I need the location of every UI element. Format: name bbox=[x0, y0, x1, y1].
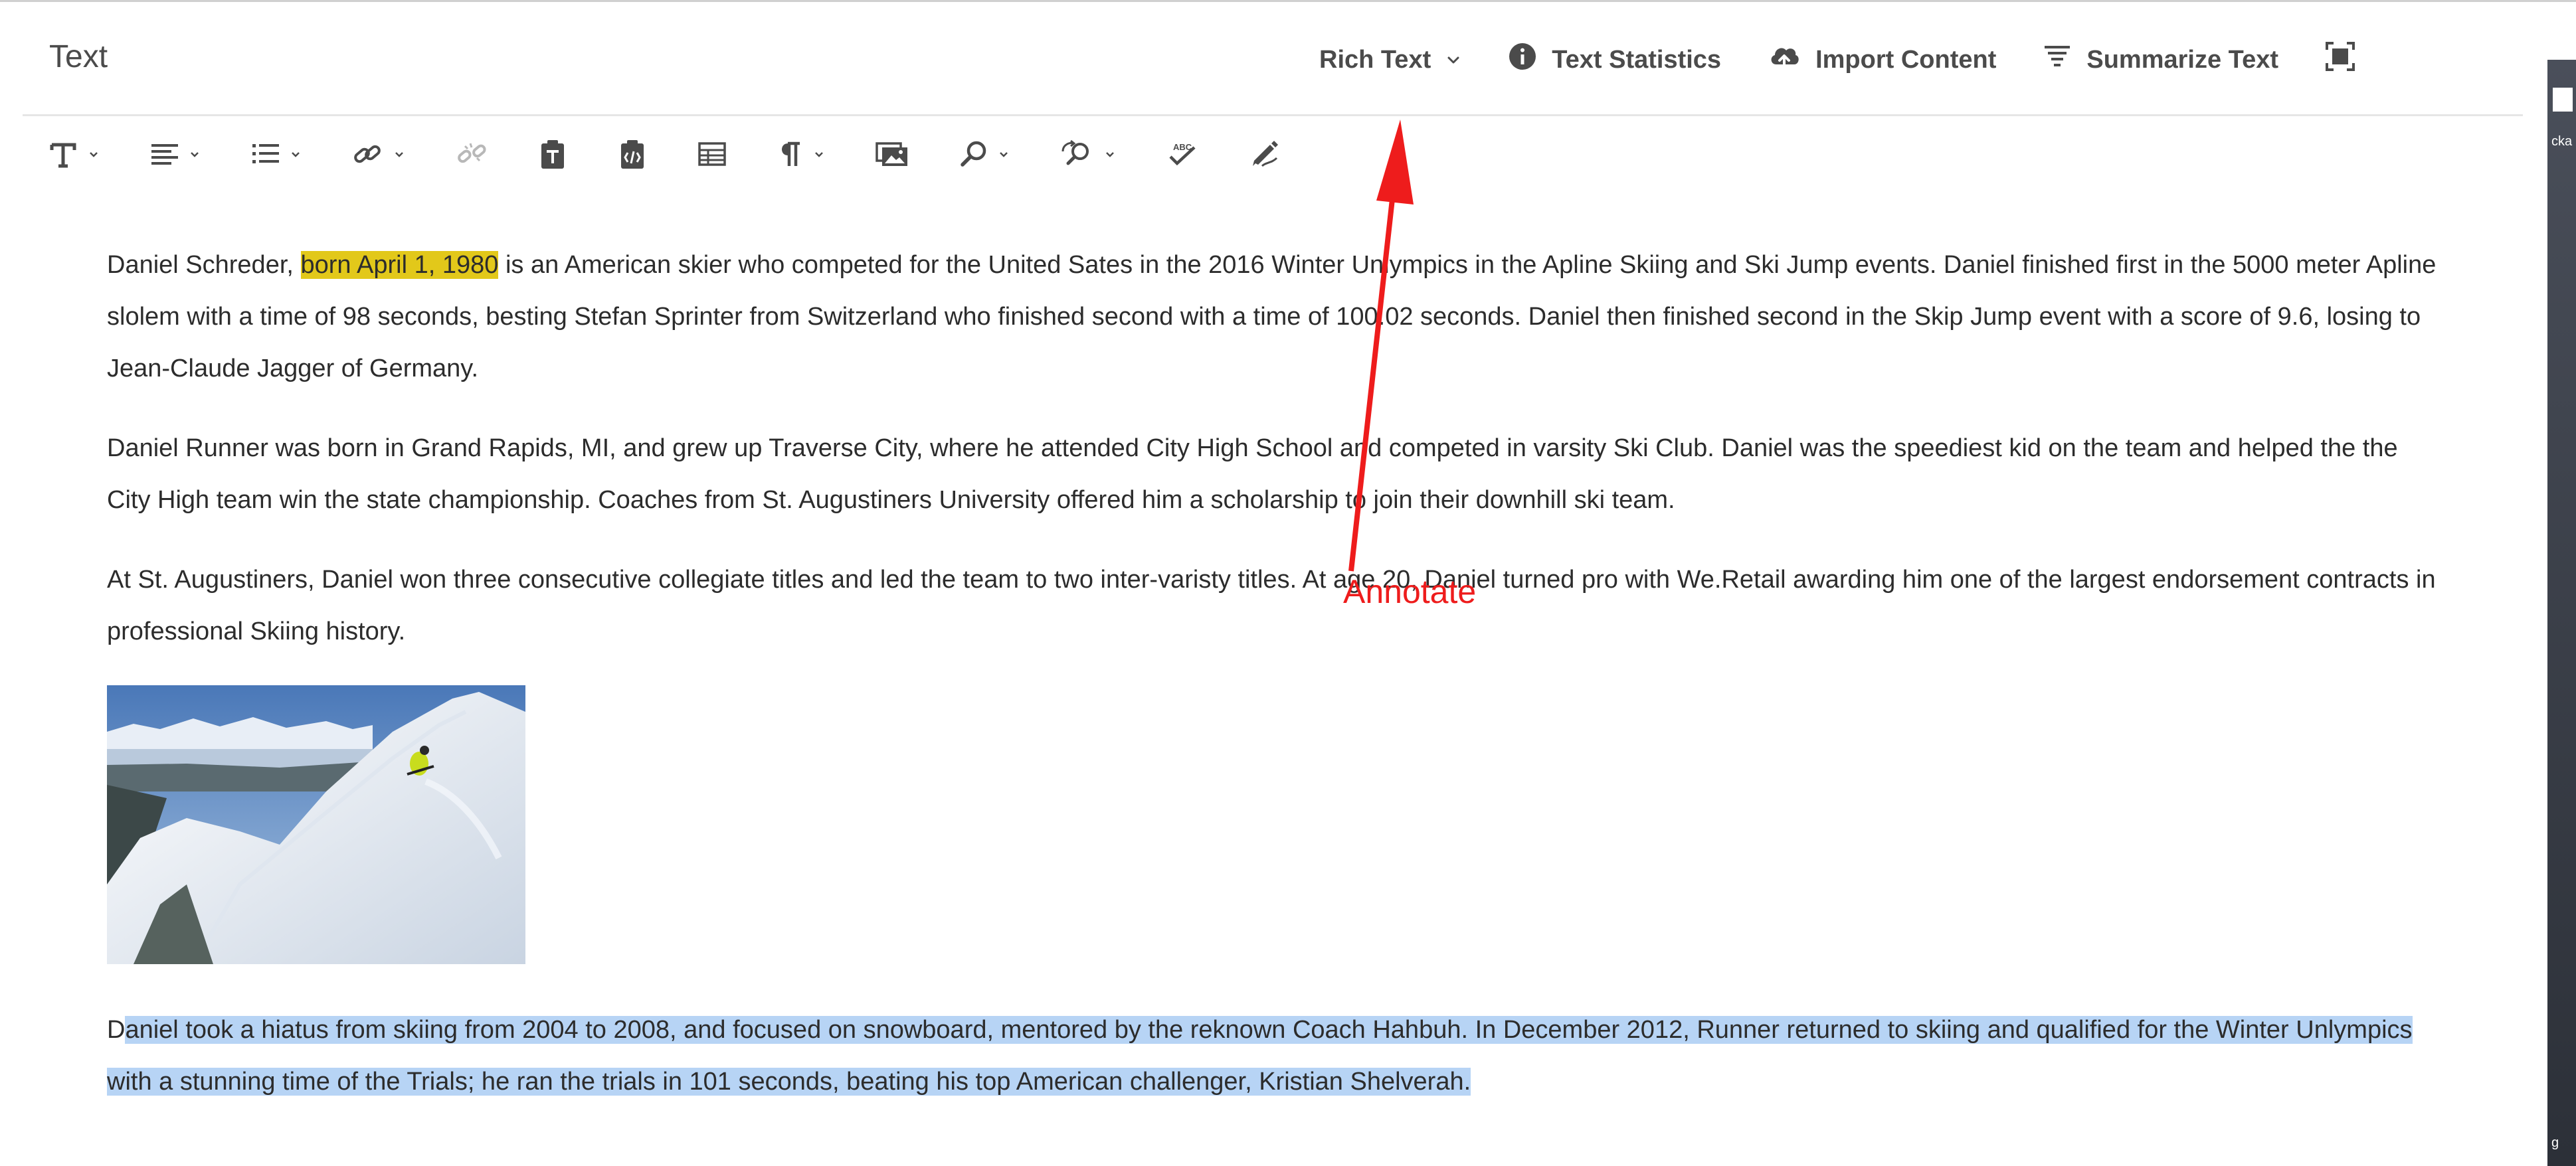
top-border bbox=[0, 0, 2576, 2]
paragraph-3: At St. Augustiners, Daniel won three con… bbox=[107, 566, 2436, 645]
annotate-button[interactable] bbox=[1249, 131, 1281, 177]
import-content-label: Import Content bbox=[1815, 45, 1997, 74]
annotation-label: Annotate bbox=[1343, 573, 1477, 610]
paragraph-text: Daniel Schreder, bbox=[107, 251, 301, 279]
annotation-arrow bbox=[1376, 120, 1414, 205]
chevron-down-icon bbox=[290, 148, 302, 160]
paragraph-4: Daniel took a hiatus from skiing from 20… bbox=[107, 1004, 2445, 1108]
header-divider bbox=[23, 114, 2523, 116]
paragraph-2: Daniel Runner was born in Grand Rapids, … bbox=[107, 434, 2398, 514]
text-statistics-button[interactable]: Text Statistics bbox=[1508, 42, 1721, 78]
link-button[interactable] bbox=[352, 131, 405, 177]
paste-from-word-button[interactable] bbox=[618, 131, 647, 177]
format-text-button[interactable] bbox=[49, 131, 100, 177]
paste-word-icon bbox=[618, 138, 647, 170]
unlink-button[interactable] bbox=[456, 131, 488, 177]
text-format-icon bbox=[49, 139, 78, 169]
justify-button[interactable] bbox=[150, 131, 201, 177]
chevron-down-icon bbox=[189, 148, 201, 160]
paragraph-text: D bbox=[107, 1016, 126, 1044]
image-icon bbox=[875, 139, 909, 169]
lists-button[interactable] bbox=[251, 131, 302, 177]
summarize-text-button[interactable]: Summarize Text bbox=[2043, 42, 2278, 78]
list-icon bbox=[251, 139, 280, 169]
text-statistics-label: Text Statistics bbox=[1552, 45, 1722, 74]
rte-toolbar: ABC bbox=[49, 131, 1331, 177]
paragraph-button[interactable] bbox=[777, 131, 825, 177]
find-replace-icon bbox=[1060, 139, 1095, 169]
selected-text: aniel took a hiatus from skiing from 200… bbox=[107, 1016, 2413, 1096]
skier-image[interactable] bbox=[107, 685, 525, 965]
rich-text-mode-dropdown[interactable]: Rich Text bbox=[1319, 46, 1461, 74]
editor-content[interactable]: Daniel Schreder, born April 1, 1980 is a… bbox=[107, 239, 2445, 1135]
unlink-icon bbox=[456, 139, 488, 169]
chevron-down-icon bbox=[88, 148, 100, 160]
table-button[interactable] bbox=[697, 131, 727, 177]
fullscreen-button[interactable] bbox=[2325, 41, 2355, 78]
spellcheck-button[interactable]: ABC bbox=[1166, 131, 1198, 177]
panel-title: Text bbox=[49, 39, 108, 74]
fullscreen-icon bbox=[2325, 41, 2355, 78]
chevron-down-icon bbox=[1104, 148, 1116, 160]
strip-text: g bbox=[2551, 1135, 2559, 1150]
chevron-down-icon bbox=[813, 148, 825, 160]
annotate-icon bbox=[1249, 139, 1281, 169]
info-icon bbox=[1508, 42, 1537, 78]
table-icon bbox=[697, 139, 727, 169]
import-content-button[interactable]: Import Content bbox=[1768, 42, 1996, 78]
insert-image-button[interactable] bbox=[875, 131, 909, 177]
cloud-upload-icon bbox=[1768, 42, 1801, 78]
header-actions: Rich Text Text Statistics Import Content… bbox=[1319, 42, 2355, 77]
link-icon bbox=[352, 139, 384, 169]
chevron-down-icon bbox=[1445, 46, 1461, 74]
paragraph-1: Daniel Schreder, born April 1, 1980 is a… bbox=[107, 239, 2445, 394]
strip-text: cka bbox=[2551, 134, 2573, 149]
find-replace-button[interactable] bbox=[1060, 131, 1116, 177]
background-window-strip: cka g bbox=[2547, 60, 2576, 1166]
pilcrow-icon bbox=[777, 139, 804, 169]
find-button[interactable] bbox=[959, 131, 1010, 177]
paste-as-text-button[interactable] bbox=[538, 131, 567, 177]
paste-text-icon bbox=[538, 138, 567, 170]
search-icon bbox=[959, 139, 988, 169]
spellcheck-icon: ABC bbox=[1166, 139, 1198, 169]
rich-text-label: Rich Text bbox=[1319, 45, 1431, 74]
highlighted-text: born April 1, 1980 bbox=[300, 251, 499, 279]
align-left-icon bbox=[150, 139, 179, 169]
window-thumbnail bbox=[2553, 88, 2573, 112]
summarize-text-label: Summarize Text bbox=[2086, 45, 2278, 74]
chevron-down-icon bbox=[998, 148, 1010, 160]
chevron-down-icon bbox=[393, 148, 405, 160]
summarize-icon bbox=[2043, 42, 2072, 78]
